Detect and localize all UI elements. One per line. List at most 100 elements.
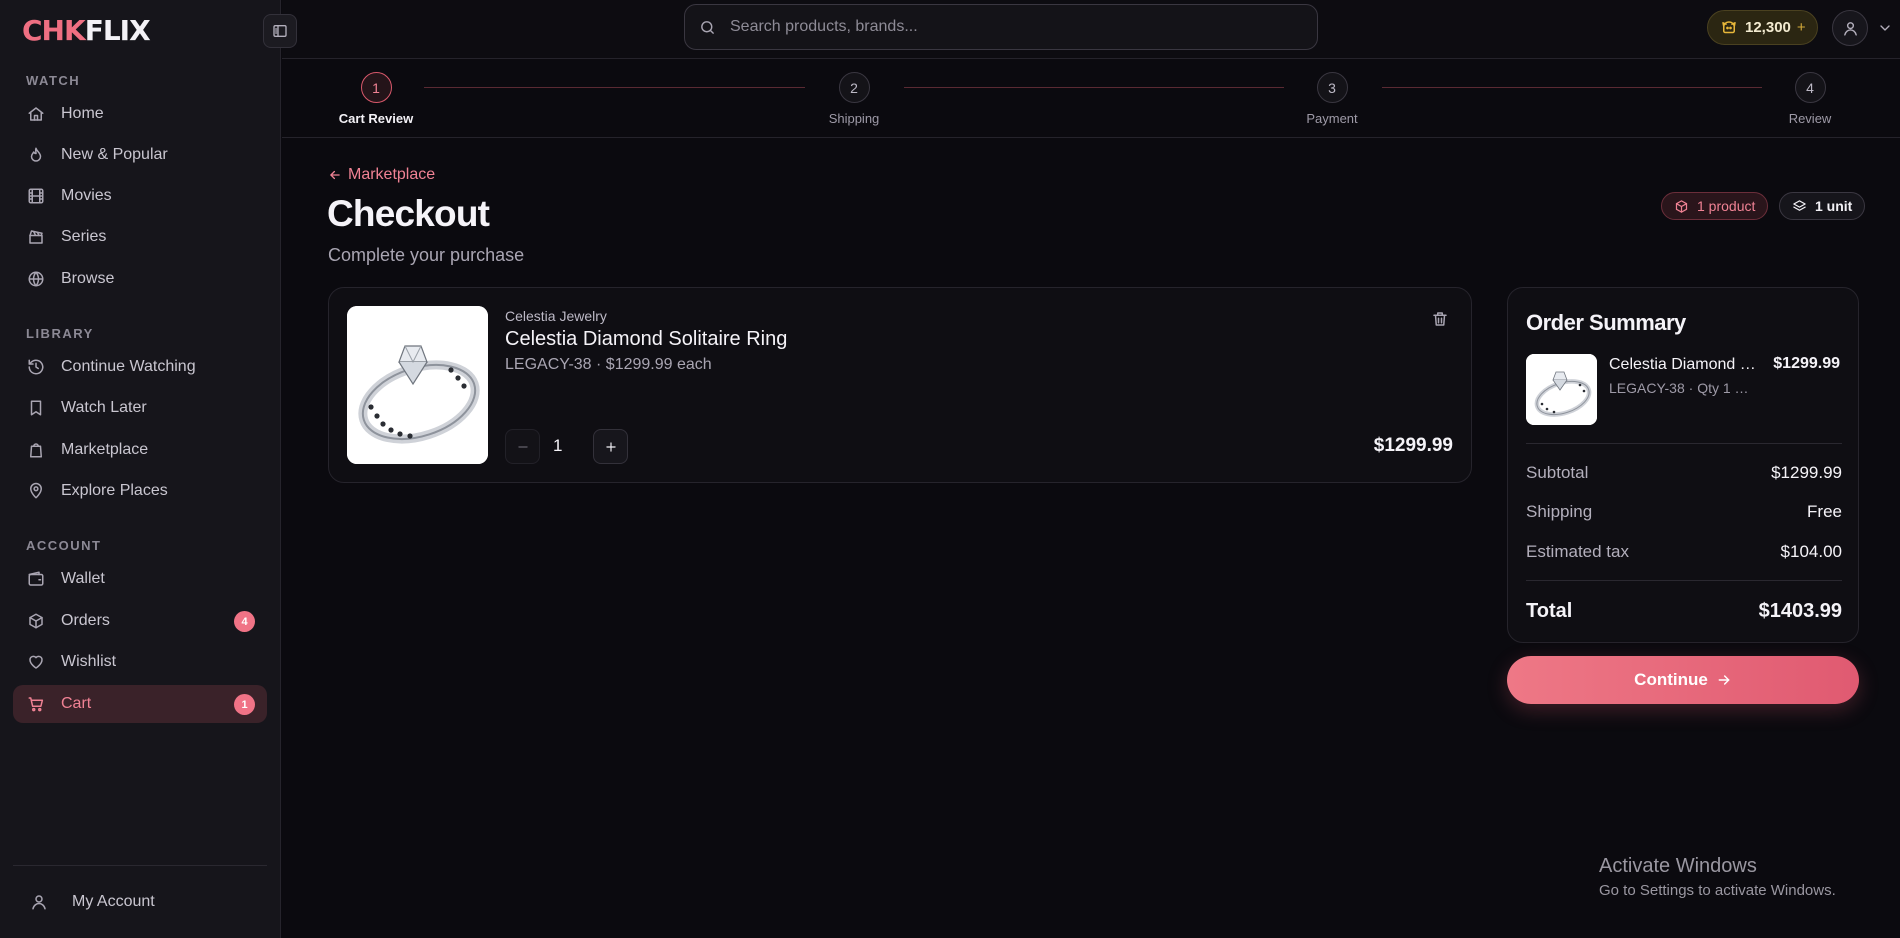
product-count-label: 1 product: [1697, 198, 1756, 214]
search-icon: [699, 19, 716, 36]
summary-row-estimated-tax: Estimated tax $104.00: [1526, 542, 1842, 562]
sidebar-item-wishlist[interactable]: Wishlist: [13, 643, 267, 681]
trash-icon[interactable]: [1431, 310, 1449, 328]
product-image[interactable]: [347, 306, 488, 464]
sidebar-item-new-popular[interactable]: New & Popular: [13, 136, 267, 174]
sidebar-item-continue-watching[interactable]: Continue Watching: [13, 348, 267, 386]
user-icon: [30, 893, 48, 911]
sidebar-item-series[interactable]: Series: [13, 218, 267, 256]
summary-row-value: Free: [1807, 502, 1842, 521]
search-box[interactable]: [684, 4, 1318, 50]
sidebar-item-explore-places[interactable]: Explore Places: [13, 472, 267, 510]
app-logo[interactable]: CHKFLIX: [22, 14, 151, 48]
step-shipping[interactable]: 2 Shipping: [794, 72, 914, 126]
cart-count-badge: 1: [234, 694, 255, 715]
sidebar-item-home[interactable]: Home: [13, 95, 267, 133]
layers-icon: [1792, 199, 1807, 214]
logo-text-part1: CHK: [22, 14, 86, 47]
summary-item-name: Celestia Diamond Solitaire Ring: [1609, 356, 1764, 373]
step-number: 3: [1316, 72, 1348, 103]
step-label: Shipping: [828, 111, 880, 126]
my-account-label: My Account: [72, 893, 155, 910]
back-link-label: Marketplace: [348, 166, 436, 183]
summary-item-price: $1299.99: [1773, 355, 1840, 372]
total-label: Total: [1526, 600, 1573, 622]
sidebar-item-cart[interactable]: Cart 1: [13, 685, 267, 723]
sidebar-item-label: Movies: [61, 187, 112, 204]
product-name[interactable]: Celestia Diamond Solitaire Ring: [505, 328, 787, 351]
sidebar-item-watch-later[interactable]: Watch Later: [13, 389, 267, 427]
home-icon: [27, 105, 45, 123]
package-icon: [27, 612, 45, 630]
summary-row-value: $1299.99: [1771, 463, 1842, 482]
summary-row-label: Subtotal: [1526, 463, 1589, 482]
section-label-watch: WATCH: [26, 73, 81, 88]
product-meta: LEGACY-38 · $1299.99 each: [505, 356, 712, 373]
user-avatar-icon: [1842, 20, 1859, 37]
summary-row-total: Total $1403.99: [1526, 600, 1842, 623]
sidebar-item-label: Continue Watching: [61, 358, 196, 375]
sidebar-item-label: Wallet: [61, 570, 105, 587]
decrease-quantity-button[interactable]: [505, 429, 540, 464]
store-icon: [27, 441, 45, 459]
heart-icon: [27, 653, 45, 671]
increase-quantity-button[interactable]: [593, 429, 628, 464]
summary-item-meta: LEGACY-38 · Qty 1 × $1299.99: [1609, 380, 1754, 396]
box-icon: [1674, 199, 1689, 214]
section-label-library: LIBRARY: [26, 326, 94, 341]
summary-divider: [1526, 443, 1842, 444]
step-number: 4: [1794, 72, 1826, 103]
step-connector: [904, 87, 1284, 88]
back-to-marketplace-link[interactable]: Marketplace: [328, 166, 435, 184]
order-summary-card: Order Summary Celestia Diamond Solitaire…: [1507, 287, 1859, 643]
summary-divider: [1526, 580, 1842, 581]
top-bar: 12,300 +: [282, 0, 1900, 59]
logo-text-part2: FLIX: [84, 14, 151, 47]
step-payment[interactable]: 3 Payment: [1272, 72, 1392, 126]
search-input[interactable]: [730, 18, 1290, 36]
total-value: $1403.99: [1758, 600, 1842, 622]
chevron-down-icon[interactable]: [1877, 20, 1893, 36]
step-label: Review: [1788, 111, 1832, 126]
line-total-price: $1299.99: [1373, 435, 1453, 456]
sidebar-item-label: Cart: [61, 695, 92, 712]
plus-icon: [604, 440, 618, 454]
section-label-account: ACCOUNT: [26, 538, 102, 553]
summary-row-value: $104.00: [1780, 542, 1842, 561]
sidebar-divider: [13, 865, 267, 866]
sidebar-item-movies[interactable]: Movies: [13, 177, 267, 215]
step-number: 1: [360, 72, 392, 103]
sidebar-item-label: Marketplace: [61, 441, 149, 458]
summary-item-image: [1526, 354, 1597, 425]
sidebar-item-browse[interactable]: Browse: [13, 260, 267, 298]
coin-balance[interactable]: 12,300 +: [1707, 10, 1818, 45]
continue-button[interactable]: Continue: [1507, 656, 1859, 704]
step-number: 2: [838, 72, 870, 103]
sidebar-item-wallet[interactable]: Wallet: [13, 560, 267, 598]
product-count-badge: 1 product: [1661, 192, 1769, 220]
sidebar-item-label: Wishlist: [61, 653, 117, 670]
arrow-right-icon: [1716, 672, 1732, 688]
step-review[interactable]: 4 Review: [1750, 72, 1870, 126]
film-icon: [27, 187, 45, 205]
orders-count-badge: 4: [234, 611, 255, 632]
user-menu-button[interactable]: [1832, 10, 1868, 46]
summary-row-label: Estimated tax: [1526, 542, 1629, 561]
step-connector: [424, 87, 805, 88]
step-cart-review[interactable]: 1 Cart Review: [316, 72, 436, 126]
page-subtitle: Complete your purchase: [328, 245, 525, 265]
continue-label: Continue: [1634, 670, 1708, 689]
summary-row-shipping: Shipping Free: [1526, 502, 1842, 522]
sidebar-item-marketplace[interactable]: Marketplace: [13, 431, 267, 469]
step-label: Cart Review: [338, 111, 414, 126]
step-connector: [1382, 87, 1762, 88]
quantity-value: 1: [553, 436, 563, 455]
my-account-link[interactable]: My Account: [30, 893, 155, 911]
arrow-left-icon: [328, 168, 342, 182]
add-coins-icon: +: [1796, 19, 1806, 36]
sidebar-collapse-button[interactable]: [263, 14, 297, 48]
minus-icon: [516, 440, 530, 454]
map-pin-icon: [27, 482, 45, 500]
sidebar-item-orders[interactable]: Orders 4: [13, 602, 267, 640]
sidebar-item-label: New & Popular: [61, 146, 168, 163]
